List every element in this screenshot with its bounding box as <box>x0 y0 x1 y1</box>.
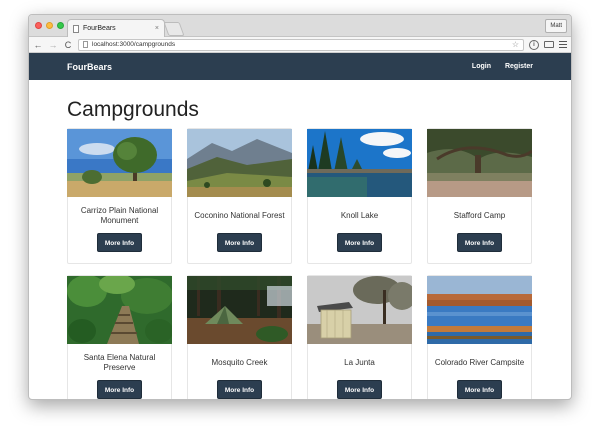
register-link[interactable]: Register <box>505 63 533 70</box>
page-icon <box>73 24 79 33</box>
campground-image[interactable] <box>307 276 412 344</box>
login-link[interactable]: Login <box>472 63 491 70</box>
main-content: Campgrounds Carrizo Plain National Monum… <box>29 80 571 399</box>
window-controls <box>35 22 64 29</box>
reload-icon[interactable]: C <box>63 40 73 50</box>
campground-card: Santa Elena Natural Preserve More Info <box>67 275 172 399</box>
address-bar[interactable]: localhost:3000/campgrounds ☆ <box>78 38 524 51</box>
browser-tab[interactable]: FourBears × <box>67 19 165 37</box>
campground-image[interactable] <box>187 276 292 344</box>
browser-toolbar: ← → C localhost:3000/campgrounds ☆ i <box>29 37 571 53</box>
campground-name: Carrizo Plain National Monument <box>80 206 159 225</box>
campground-name: Knoll Lake <box>340 211 379 220</box>
tab-title: FourBears <box>83 25 116 32</box>
campground-image[interactable] <box>67 276 172 344</box>
brand-link[interactable]: FourBears <box>67 62 458 72</box>
campground-image[interactable] <box>307 129 412 197</box>
campground-name: Santa Elena Natural Preserve <box>83 353 156 372</box>
page-icon <box>83 41 88 48</box>
campground-card: Stafford Camp More Info <box>427 128 532 264</box>
more-info-button[interactable]: More Info <box>216 233 263 252</box>
tab-strip: FourBears × Matt <box>29 15 571 37</box>
more-info-button[interactable]: More Info <box>216 380 263 399</box>
more-info-button[interactable]: More Info <box>96 380 143 399</box>
more-info-button[interactable]: More Info <box>96 233 143 252</box>
campground-image[interactable] <box>427 129 532 197</box>
bookmark-star-icon[interactable]: ☆ <box>512 40 519 49</box>
campground-card: Mosquito Creek More Info <box>187 275 292 399</box>
info-icon[interactable]: i <box>529 39 539 50</box>
campground-image[interactable] <box>187 129 292 197</box>
campground-name: Mosquito Creek <box>211 358 268 367</box>
tab-close-icon[interactable]: × <box>155 25 159 32</box>
campground-name: Colorado River Campsite <box>434 358 525 367</box>
new-tab-button[interactable] <box>163 22 185 36</box>
campground-name: Coconino National Forest <box>194 211 285 220</box>
maximize-window-button[interactable] <box>57 22 64 29</box>
campground-card: Coconino National Forest More Info <box>187 128 292 264</box>
more-info-button[interactable]: More Info <box>336 233 383 252</box>
site-navbar: FourBears Login Register <box>29 53 571 80</box>
page-title: Campgrounds <box>67 98 199 121</box>
campground-image[interactable] <box>427 276 532 344</box>
campground-card: Colorado River Campsite More Info <box>427 275 532 399</box>
url-text: localhost:3000/campgrounds <box>92 41 176 48</box>
campground-card: Carrizo Plain National Monument More Info <box>67 128 172 264</box>
menu-icon[interactable] <box>559 41 567 48</box>
forward-icon[interactable]: → <box>48 40 58 50</box>
campground-card: La Junta More Info <box>307 275 412 399</box>
more-info-button[interactable]: More Info <box>456 233 503 252</box>
cast-icon[interactable] <box>544 41 554 48</box>
more-info-button[interactable]: More Info <box>456 380 503 399</box>
close-window-button[interactable] <box>35 22 42 29</box>
campground-grid: Carrizo Plain National Monument More Info… <box>67 128 533 399</box>
minimize-window-button[interactable] <box>46 22 53 29</box>
campground-name: Stafford Camp <box>453 211 506 220</box>
profile-button[interactable]: Matt <box>545 19 567 33</box>
campground-name: La Junta <box>344 358 375 367</box>
back-icon[interactable]: ← <box>33 40 43 50</box>
more-info-button[interactable]: More Info <box>336 380 383 399</box>
campground-card: Knoll Lake More Info <box>307 128 412 264</box>
campground-image[interactable] <box>67 129 172 197</box>
browser-window: FourBears × Matt ← → C localhost:3000/ca… <box>28 14 572 400</box>
